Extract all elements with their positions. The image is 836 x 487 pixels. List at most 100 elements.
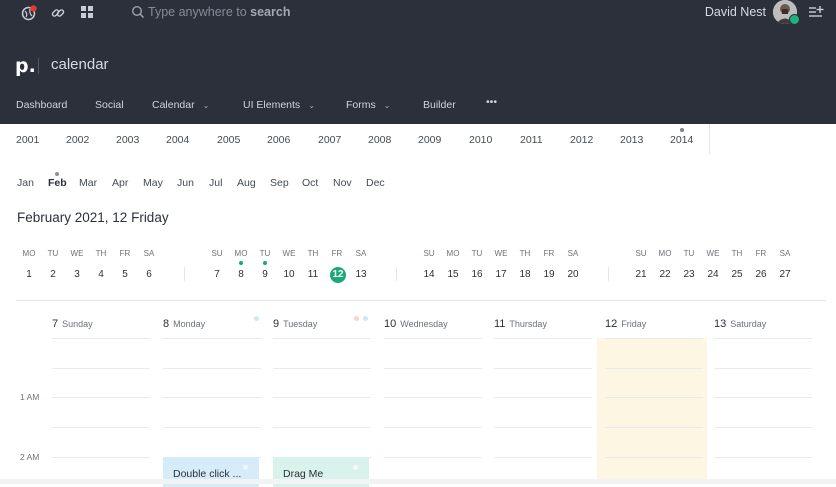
- day-cell[interactable]: 24: [703, 269, 723, 280]
- day-name: Thursday: [509, 319, 547, 329]
- link-icon[interactable]: [50, 5, 66, 21]
- day-number: 13: [714, 318, 727, 330]
- grid-line: [605, 397, 703, 398]
- day-cell[interactable]: 16: [467, 269, 487, 280]
- grid-line: [384, 457, 482, 458]
- nav-forms[interactable]: Forms ⌄: [346, 99, 390, 111]
- week-separator: [396, 267, 397, 281]
- day-cell[interactable]: 13: [351, 269, 371, 280]
- divider: [16, 300, 826, 301]
- search-input[interactable]: Type anywhere to search: [148, 5, 290, 19]
- month-item[interactable]: Jan: [17, 177, 34, 189]
- day-cell[interactable]: 3: [67, 269, 87, 280]
- day-cell[interactable]: 4: [91, 269, 111, 280]
- year-item[interactable]: 2014: [670, 134, 693, 146]
- day-column-header[interactable]: 11 Thursday: [494, 318, 547, 330]
- day-cell[interactable]: 8: [231, 269, 251, 280]
- day-cell[interactable]: 23: [679, 269, 699, 280]
- year-item[interactable]: 2003: [116, 134, 139, 146]
- day-cell[interactable]: 6: [139, 269, 159, 280]
- year-item[interactable]: 2006: [267, 134, 290, 146]
- day-cell[interactable]: 1: [19, 269, 39, 280]
- month-item[interactable]: Sep: [270, 177, 289, 189]
- today-column-highlight: [597, 338, 707, 484]
- day-cell[interactable]: 25: [727, 269, 747, 280]
- day-cell-selected[interactable]: 12: [330, 267, 346, 283]
- weekday-label: TU: [471, 249, 483, 258]
- month-item[interactable]: Dec: [366, 177, 385, 189]
- month-item[interactable]: Jun: [177, 177, 194, 189]
- nav-dashboard[interactable]: Dashboard: [16, 99, 67, 111]
- chevron-down-icon: ⌄: [308, 101, 315, 110]
- year-item[interactable]: 2001: [16, 134, 39, 146]
- day-number: 10: [384, 318, 397, 330]
- day-cell[interactable]: 21: [631, 269, 651, 280]
- day-cell[interactable]: 14: [419, 269, 439, 280]
- month-item[interactable]: Aug: [237, 177, 256, 189]
- nav-more-button[interactable]: •••: [486, 96, 497, 108]
- day-cell[interactable]: 9: [255, 269, 275, 280]
- apps-grid-icon[interactable]: [80, 5, 94, 19]
- weekday-label: TU: [259, 249, 271, 258]
- day-column-header[interactable]: 9 Tuesday: [273, 318, 317, 330]
- year-item[interactable]: 2009: [418, 134, 441, 146]
- year-item[interactable]: 2007: [318, 134, 341, 146]
- year-item[interactable]: 2013: [620, 134, 643, 146]
- top-navigation-bar: Type anywhere to search David Nest p. ca…: [0, 0, 836, 124]
- day-name: Wednesday: [400, 319, 448, 329]
- year-item[interactable]: 2012: [570, 134, 593, 146]
- day-cell[interactable]: 19: [539, 269, 559, 280]
- day-cell[interactable]: 22: [655, 269, 675, 280]
- year-item[interactable]: 2004: [166, 134, 189, 146]
- day-column-header[interactable]: 12 Friday: [605, 318, 646, 330]
- day-cell[interactable]: 10: [279, 269, 299, 280]
- weekday-label: MO: [22, 249, 36, 258]
- brand-logo[interactable]: p.: [15, 55, 36, 77]
- day-number: 7: [52, 318, 59, 330]
- year-item[interactable]: 2010: [469, 134, 492, 146]
- month-item-active[interactable]: Feb: [48, 177, 67, 189]
- day-cell[interactable]: 27: [775, 269, 795, 280]
- nav-ui-elements[interactable]: UI Elements ⌄: [243, 99, 315, 111]
- search-placeholder-bold: search: [250, 5, 291, 19]
- year-item[interactable]: 2008: [368, 134, 391, 146]
- horizontal-scrollbar[interactable]: [0, 479, 836, 484]
- search-icon[interactable]: [131, 5, 145, 19]
- nav-calendar[interactable]: Calendar ⌄: [152, 99, 209, 111]
- day-column-header[interactable]: 8 Monday: [163, 318, 205, 330]
- year-item[interactable]: 2002: [66, 134, 89, 146]
- day-cell[interactable]: 20: [563, 269, 583, 280]
- weekday-label: WE: [494, 249, 508, 258]
- month-item[interactable]: Mar: [79, 177, 97, 189]
- day-cell[interactable]: 26: [751, 269, 771, 280]
- day-cell[interactable]: 7: [207, 269, 227, 280]
- nav-builder[interactable]: Builder: [423, 99, 456, 111]
- user-name[interactable]: David Nest: [705, 5, 766, 19]
- day-cell[interactable]: 18: [515, 269, 535, 280]
- month-item[interactable]: May: [143, 177, 163, 189]
- day-cell[interactable]: 15: [443, 269, 463, 280]
- year-item[interactable]: 2011: [520, 134, 543, 146]
- nav-social[interactable]: Social: [95, 99, 124, 111]
- weekday-label: TU: [47, 249, 59, 258]
- day-cell[interactable]: 11: [303, 269, 323, 280]
- week-separator: [184, 267, 185, 281]
- year-item[interactable]: 2005: [217, 134, 240, 146]
- add-list-icon[interactable]: [808, 5, 824, 19]
- month-item[interactable]: Apr: [112, 177, 128, 189]
- month-marker-dot: [55, 172, 59, 176]
- grid-line: [494, 397, 592, 398]
- day-column-header[interactable]: 7 Sunday: [52, 318, 93, 330]
- day-column-header[interactable]: 10 Wednesday: [384, 318, 448, 330]
- grid-line: [52, 368, 150, 369]
- month-item[interactable]: Oct: [302, 177, 318, 189]
- day-cell[interactable]: 2: [43, 269, 63, 280]
- weekday-label: SU: [423, 249, 435, 258]
- month-item[interactable]: Nov: [333, 177, 352, 189]
- weekday-label: FR: [543, 249, 555, 258]
- notification-globe-icon[interactable]: [21, 5, 37, 21]
- month-item[interactable]: Jul: [209, 177, 222, 189]
- day-cell[interactable]: 17: [491, 269, 511, 280]
- day-column-header[interactable]: 13 Saturday: [714, 318, 766, 330]
- day-cell[interactable]: 5: [115, 269, 135, 280]
